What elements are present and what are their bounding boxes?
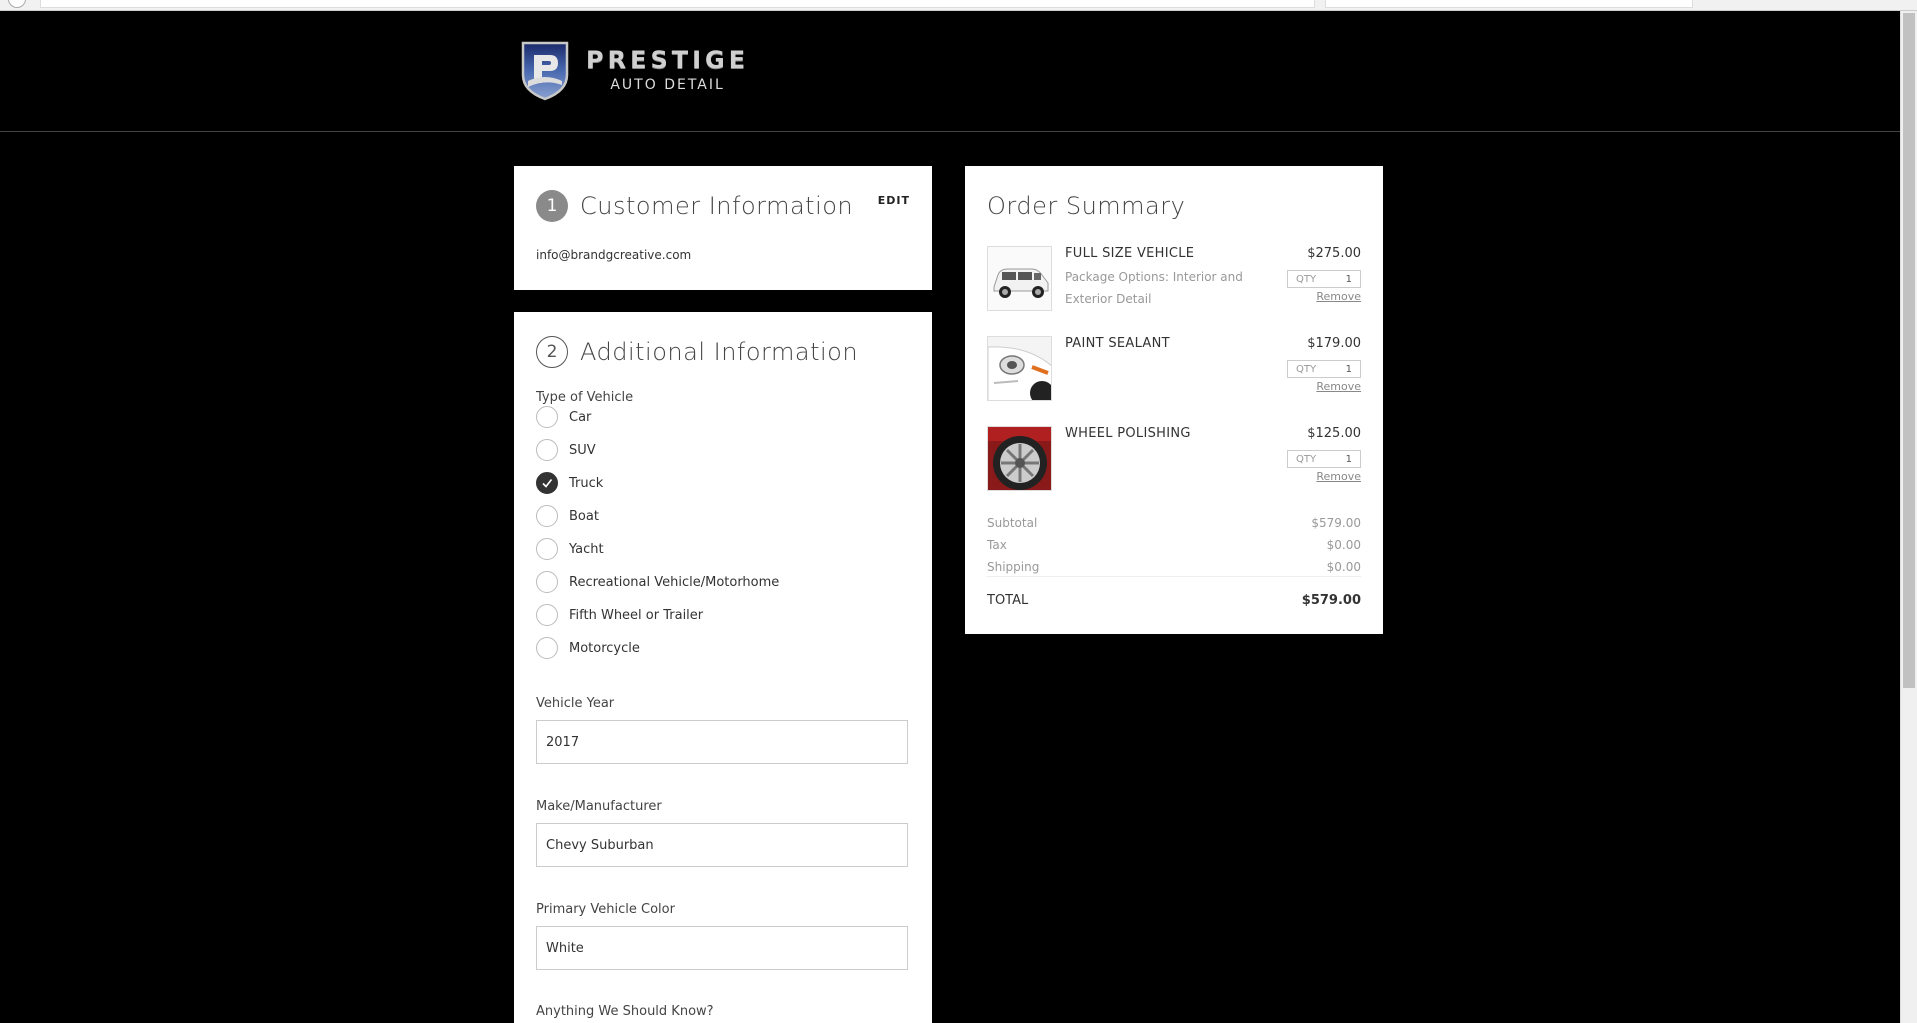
shield-logo-icon: [521, 41, 569, 101]
make-label: Make/Manufacturer: [536, 799, 662, 814]
vehicle-year-input[interactable]: [536, 720, 908, 764]
radio-button[interactable]: [536, 571, 558, 593]
brand-tagline: AUTO DETAIL: [610, 76, 725, 93]
radio-button[interactable]: [536, 472, 558, 494]
make-input[interactable]: [536, 823, 908, 867]
vehicle-type-option[interactable]: Fifth Wheel or Trailer: [536, 604, 703, 626]
radio-label: Boat: [569, 508, 599, 524]
brand-name: PRESTIGE: [586, 45, 750, 74]
order-item: PAINT SEALANT $179.00 QTY 1 Remove: [987, 336, 1361, 416]
qty-label: QTY: [1296, 273, 1317, 285]
brand-logo[interactable]: PRESTIGE AUTO DETAIL: [520, 39, 749, 101]
sports-car-headlight-image-icon: [988, 337, 1051, 400]
back-button[interactable]: [8, 0, 26, 8]
qty-label: QTY: [1296, 363, 1317, 375]
radio-button[interactable]: [536, 637, 558, 659]
radio-button[interactable]: [536, 439, 558, 461]
browser-search-box[interactable]: [1325, 0, 1693, 8]
vehicle-type-option[interactable]: Car: [536, 406, 591, 428]
section-title: Customer Information: [580, 192, 854, 220]
item-thumbnail: [987, 426, 1052, 491]
section-title: Additional Information: [580, 338, 859, 366]
radio-label: SUV: [569, 442, 596, 458]
customer-info-card: 1 Customer Information EDIT info@brandgc…: [514, 166, 932, 290]
total-row: TOTAL $579.00: [987, 593, 1361, 608]
vehicle-type-option[interactable]: Boat: [536, 505, 599, 527]
customer-email: info@brandgcreative.com: [536, 248, 692, 262]
qty-stepper[interactable]: QTY 1: [1287, 450, 1361, 468]
vehicle-type-option[interactable]: SUV: [536, 439, 596, 461]
remove-item-link[interactable]: Remove: [1316, 290, 1361, 303]
tax-row: Tax $0.00: [987, 538, 1361, 552]
wheel-image-icon: [988, 427, 1051, 490]
remove-item-link[interactable]: Remove: [1316, 470, 1361, 483]
page-scrollbar[interactable]: [1900, 11, 1917, 1023]
radio-label: Car: [569, 409, 592, 425]
vehicle-type-label: Type of Vehicle: [536, 390, 634, 405]
radio-button[interactable]: [536, 505, 558, 527]
subtotal-row: Subtotal $579.00: [987, 516, 1361, 530]
radio-label: Fifth Wheel or Trailer: [569, 607, 704, 623]
item-name: PAINT SEALANT: [1065, 336, 1170, 351]
radio-label: Yacht: [569, 541, 604, 557]
shipping-label: Shipping: [987, 560, 1040, 574]
shipping-row: Shipping $0.00: [987, 560, 1361, 574]
order-item: FULL SIZE VEHICLE Package Options: Inter…: [987, 246, 1361, 326]
checkmark-icon: [542, 479, 553, 488]
vehicle-type-option[interactable]: Yacht: [536, 538, 604, 560]
additional-info-card: 2 Additional Information Type of Vehicle…: [514, 312, 932, 1023]
radio-button[interactable]: [536, 538, 558, 560]
qty-stepper[interactable]: QTY 1: [1287, 360, 1361, 378]
vehicle-type-option[interactable]: Motorcycle: [536, 637, 640, 659]
qty-value: 1: [1345, 453, 1352, 465]
qty-stepper[interactable]: QTY 1: [1287, 270, 1361, 288]
tax-label: Tax: [987, 538, 1007, 552]
radio-button[interactable]: [536, 406, 558, 428]
total-value: $579.00: [1301, 593, 1361, 608]
tax-value: $0.00: [1326, 538, 1361, 552]
vehicle-type-option[interactable]: Recreational Vehicle/Motorhome: [536, 571, 779, 593]
item-name: FULL SIZE VEHICLE: [1065, 246, 1195, 261]
vehicle-year-label: Vehicle Year: [536, 696, 615, 711]
item-name: WHEEL POLISHING: [1065, 426, 1191, 441]
remove-item-link[interactable]: Remove: [1316, 380, 1361, 393]
qty-value: 1: [1345, 273, 1352, 285]
vehicle-type-option[interactable]: Truck: [536, 472, 603, 494]
shipping-value: $0.00: [1326, 560, 1361, 574]
item-description: Package Options: Interior and Exterior D…: [1065, 270, 1243, 306]
qty-label: QTY: [1296, 453, 1317, 465]
order-summary-title: Order Summary: [987, 192, 1186, 220]
radio-label: Recreational Vehicle/Motorhome: [569, 574, 780, 590]
item-price: $275.00: [1307, 246, 1361, 261]
radio-button[interactable]: [536, 604, 558, 626]
address-bar[interactable]: [40, 0, 1315, 8]
subtotal-value: $579.00: [1311, 516, 1361, 530]
browser-toolbar: [0, 0, 1917, 11]
step-number: 1: [536, 190, 568, 222]
edit-button[interactable]: EDIT: [878, 194, 910, 207]
qty-value: 1: [1345, 363, 1352, 375]
total-label: TOTAL: [987, 593, 1029, 608]
order-summary-card: Order Summary FULL SIZE VEHICLE Package …: [965, 166, 1383, 634]
notes-label: Anything We Should Know?: [536, 1004, 714, 1019]
summary-divider: [987, 576, 1361, 577]
radio-label: Truck: [569, 475, 604, 491]
color-input[interactable]: [536, 926, 908, 970]
radio-label: Motorcycle: [569, 640, 640, 656]
site-header: PRESTIGE AUTO DETAIL: [0, 11, 1900, 132]
suv-image-icon: [988, 247, 1051, 310]
scrollbar-thumb[interactable]: [1903, 13, 1915, 688]
item-price: $179.00: [1307, 336, 1361, 351]
item-price: $125.00: [1307, 426, 1361, 441]
color-label: Primary Vehicle Color: [536, 902, 675, 917]
subtotal-label: Subtotal: [987, 516, 1038, 530]
item-thumbnail: [987, 336, 1052, 401]
order-item: WHEEL POLISHING $125.00 QTY 1 Remove: [987, 426, 1361, 506]
item-thumbnail: [987, 246, 1052, 311]
step-number: 2: [536, 336, 568, 368]
